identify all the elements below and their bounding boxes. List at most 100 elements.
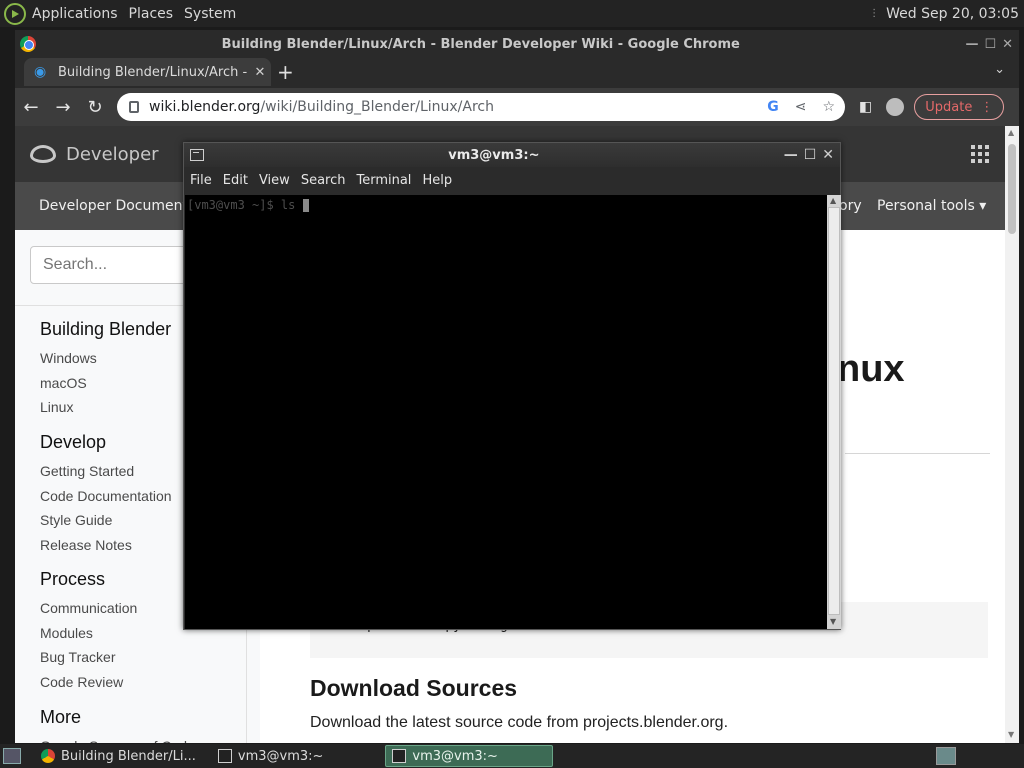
terminal-cursor: [302, 199, 309, 212]
title-divider: [845, 453, 990, 454]
sidebar-item-code-documentation[interactable]: Code Documentation: [40, 484, 172, 509]
sidebar-item-gsoc[interactable]: Google Summer of Code: [40, 734, 195, 743]
chrome-titlebar[interactable]: Building Blender/Linux/Arch - Blender De…: [15, 30, 1019, 58]
sidebar-section-process: Process Communication Modules Bug Tracke…: [40, 569, 137, 694]
sidebar-item-style-guide[interactable]: Style Guide: [40, 508, 172, 533]
page-scrollbar-thumb[interactable]: [1008, 144, 1016, 234]
terminal-minimize-icon[interactable]: —: [784, 147, 798, 163]
google-lens-icon[interactable]: G: [767, 99, 779, 115]
url-host: wiki.blender.org: [149, 99, 261, 115]
terminal-icon: [190, 149, 204, 161]
page-title: nux: [837, 348, 905, 390]
terminal-menu-terminal[interactable]: Terminal: [356, 173, 411, 188]
reload-icon[interactable]: ↻: [79, 97, 111, 118]
terminal-icon: [392, 749, 407, 763]
terminal-scroll-down-icon[interactable]: ▼: [830, 617, 836, 626]
terminal-scrollbar[interactable]: ▲ ▼: [827, 195, 841, 629]
terminal-menu-file[interactable]: File: [190, 173, 212, 188]
sidebar-item-code-review[interactable]: Code Review: [40, 670, 137, 695]
terminal-close-icon[interactable]: ✕: [822, 147, 834, 163]
sidebar-item-communication[interactable]: Communication: [40, 596, 137, 621]
tab-close-icon[interactable]: ✕: [249, 65, 271, 80]
update-button[interactable]: Update ⋮: [914, 94, 1005, 120]
sidebar-item-windows[interactable]: Windows: [40, 346, 171, 371]
sidebar-section-develop: Develop Getting Started Code Documentati…: [40, 432, 172, 557]
download-paragraph: Download the latest source code from pro…: [310, 714, 729, 731]
scroll-down-icon[interactable]: ▼: [1008, 730, 1014, 739]
clock[interactable]: Wed Sep 20, 03:05: [886, 6, 1019, 22]
sidebar-item-linux[interactable]: Linux: [40, 395, 171, 420]
places-menu[interactable]: Places: [128, 6, 175, 22]
forward-icon[interactable]: →: [47, 97, 79, 118]
terminal-titlebar[interactable]: vm3@vm3:~ — ☐ ✕: [184, 143, 840, 167]
chrome-icon: [41, 749, 55, 763]
chrome-icon: [20, 36, 36, 52]
download-sources-heading: Download Sources: [310, 675, 518, 701]
sidebar-heading: Process: [40, 569, 106, 589]
profile-avatar-icon[interactable]: [886, 98, 905, 116]
taskbar-item-chrome[interactable]: Building Blender/Li...: [35, 745, 202, 767]
sidebar-item-modules[interactable]: Modules: [40, 621, 137, 646]
new-tab-icon[interactable]: +: [277, 60, 294, 84]
kebab-menu-icon[interactable]: ⋮: [980, 100, 993, 115]
terminal-menubar: File Edit View Search Terminal Help: [184, 167, 840, 193]
page-scrollbar[interactable]: ▲ ▼: [1005, 126, 1019, 743]
bottom-taskbar: Building Blender/Li... vm3@vm3:~ vm3@vm3…: [0, 744, 1024, 768]
terminal-maximize-icon[interactable]: ☐: [804, 147, 817, 163]
browser-toolbar: ← → ↻ wiki.blender.org/wiki/Building_Ble…: [15, 88, 1019, 126]
sidebar-item-macos[interactable]: macOS: [40, 371, 171, 396]
side-panel-icon[interactable]: ◧: [859, 99, 872, 115]
sidebar-heading: Develop: [40, 432, 107, 452]
show-desktop-icon[interactable]: [3, 748, 21, 764]
address-bar[interactable]: wiki.blender.org/wiki/Building_Blender/L…: [117, 93, 845, 121]
terminal-scrollbar-thumb[interactable]: [828, 207, 840, 615]
terminal-prompt-line: [vm3@vm3 ~]$ ls: [187, 198, 303, 212]
apps-grid-icon[interactable]: [971, 145, 989, 163]
lock-icon[interactable]: [129, 101, 139, 113]
terminal-scroll-up-icon[interactable]: ▲: [830, 196, 836, 205]
applications-menu[interactable]: Applications: [31, 6, 119, 22]
back-icon[interactable]: ←: [15, 97, 47, 118]
tab-search-chevron-icon[interactable]: ⌄: [994, 62, 1005, 77]
update-label: Update: [925, 99, 973, 115]
terminal-menu-search[interactable]: Search: [301, 173, 346, 188]
terminal-menu-view[interactable]: View: [259, 173, 290, 188]
share-icon[interactable]: ⋖: [795, 99, 807, 115]
sidebar-item-getting-started[interactable]: Getting Started: [40, 459, 172, 484]
nav-history[interactable]: ory: [839, 198, 862, 214]
maximize-icon[interactable]: ☐: [984, 37, 996, 52]
tab-label: Building Blender/Linux/Arch - B: [58, 64, 249, 80]
sidebar-section-building-blender: Building Blender Windows macOS Linux: [40, 319, 171, 420]
blender-logo-icon: [30, 145, 56, 163]
taskbar-item-terminal-2[interactable]: vm3@vm3:~: [385, 745, 554, 767]
sidebar-item-release-notes[interactable]: Release Notes: [40, 533, 172, 558]
nav-personal-tools[interactable]: Personal tools ▾: [877, 198, 986, 214]
close-icon[interactable]: ✕: [1002, 37, 1013, 52]
terminal-menu-help[interactable]: Help: [422, 173, 452, 188]
brand-label: Developer: [66, 143, 159, 165]
terminal-title: vm3@vm3:~: [448, 147, 540, 163]
scroll-up-icon[interactable]: ▲: [1008, 128, 1014, 137]
terminal-window: vm3@vm3:~ — ☐ ✕ File Edit View Search Te…: [183, 142, 841, 630]
workspace-switcher[interactable]: [936, 747, 956, 765]
window-title: Building Blender/Linux/Arch - Blender De…: [221, 36, 740, 52]
taskbar-item-terminal-1[interactable]: vm3@vm3:~: [212, 745, 330, 767]
terminal-menu-edit[interactable]: Edit: [223, 173, 248, 188]
top-panel: Applications Places System ⋮ Wed Sep 20,…: [0, 0, 1024, 27]
terminal-output[interactable]: [vm3@vm3 ~]$ ls: [185, 195, 827, 629]
sidebar-heading: Building Blender: [40, 319, 172, 339]
taskbar-item-label: vm3@vm3:~: [412, 748, 498, 764]
bookmark-star-icon[interactable]: ☆: [822, 99, 835, 115]
sidebar-heading: More: [40, 707, 82, 727]
sidebar-item-bug-tracker[interactable]: Bug Tracker: [40, 645, 137, 670]
system-menu[interactable]: System: [183, 6, 237, 22]
browser-tab[interactable]: ◉ Building Blender/Linux/Arch - B ✕: [24, 58, 271, 86]
blender-favicon-icon: ◉: [34, 64, 47, 80]
site-brand[interactable]: Developer: [30, 144, 159, 165]
terminal-icon: [217, 749, 232, 763]
taskbar-item-label: Building Blender/Li...: [61, 748, 196, 764]
mate-logo-icon[interactable]: [4, 2, 26, 25]
minimize-icon[interactable]: —: [965, 37, 978, 52]
url-path: /wiki/Building_Blender/Linux/Arch: [260, 99, 494, 115]
panel-handle-icon: ⋮: [869, 8, 879, 19]
